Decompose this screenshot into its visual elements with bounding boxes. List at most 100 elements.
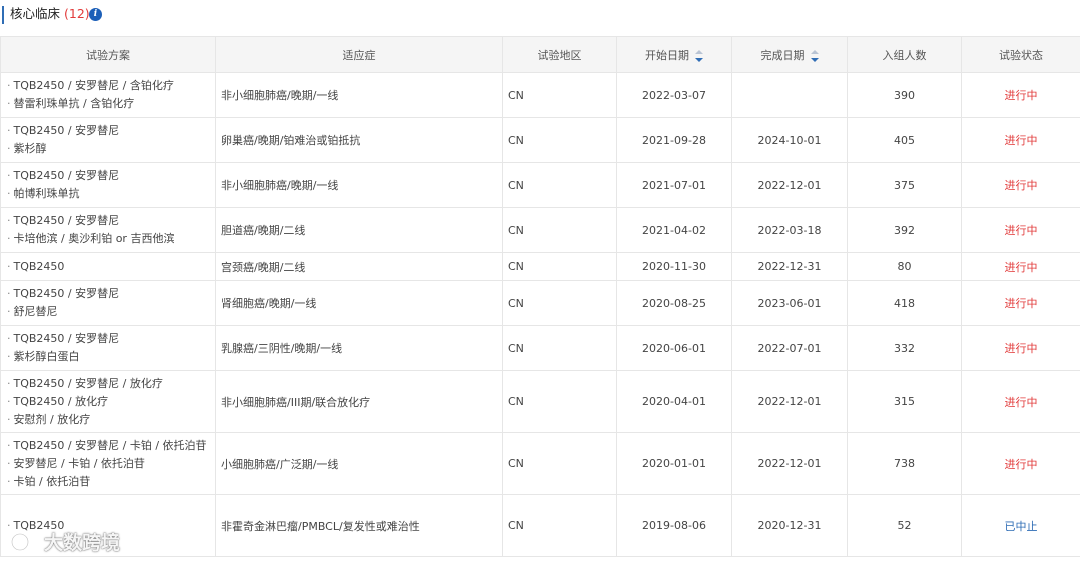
- col-header-end-date[interactable]: 完成日期: [731, 36, 848, 73]
- table-header-row: 试验方案 适应症 试验地区 开始日期 完成日期 入组人数 试验状态: [0, 36, 1080, 73]
- watermark: 大数跨境: [10, 528, 120, 555]
- plan-line: · TQB2450 / 安罗替尼 / 放化疗: [7, 375, 215, 393]
- cell-status: 进行中: [961, 252, 1080, 281]
- cell-region: CN: [502, 370, 617, 433]
- table-row[interactable]: · TQB2450 / 安罗替尼 · 卡培他滨 / 奥沙利铂 or 吉西他滨 胆道癌/晚…: [0, 207, 1080, 253]
- clinical-trials-table: 试验方案 适应症 试验地区 开始日期 完成日期 入组人数 试验状态 · TQB24…: [0, 36, 1080, 557]
- table-row[interactable]: · TQB2450 非霍奇金淋巴瘤/PMBCL/复发性或难治性 CN 2019-08-0…: [0, 494, 1080, 557]
- bullet-icon: ·: [7, 376, 11, 390]
- cell-region: CN: [502, 280, 617, 326]
- cell-plan: · TQB2450 / 安罗替尼 / 含铂化疗 · 替雷利珠单抗 / 含铂化疗: [0, 72, 216, 118]
- section-header: 核心临床 (12) i: [0, 0, 1080, 30]
- bullet-icon: ·: [7, 287, 11, 300]
- cell-plan: · TQB2450 / 安罗替尼 · 紫杉醇白蛋白: [0, 325, 216, 371]
- cell-plan: · TQB2450: [0, 252, 216, 281]
- col-header-enrolled: 入组人数: [847, 36, 962, 73]
- plan-line: · TQB2450 / 安罗替尼: [7, 122, 215, 140]
- plan-text: 紫杉醇白蛋白: [13, 350, 80, 363]
- cell-start-date: 2020-11-30: [616, 252, 732, 281]
- cell-status: 进行中: [961, 370, 1080, 433]
- trial-count: (12): [64, 6, 90, 21]
- plan-text: TQB2450 / 安罗替尼: [13, 287, 120, 300]
- cell-enrolled: 738: [847, 432, 962, 495]
- sort-icon[interactable]: [695, 49, 703, 62]
- bullet-icon: ·: [7, 350, 11, 363]
- cell-plan: · TQB2450 / 安罗替尼 / 放化疗 · TQB2450 / 放化疗 · 安慰剂 …: [0, 370, 216, 433]
- cell-plan: · TQB2450 / 安罗替尼 · 帕博利珠单抗: [0, 162, 216, 208]
- plan-text: 舒尼替尼: [13, 305, 58, 318]
- sort-icon[interactable]: [810, 49, 819, 62]
- cell-indication: 肾细胞癌/晚期/一线: [215, 280, 503, 326]
- plan-line: · TQB2450 / 安罗替尼: [7, 212, 215, 230]
- cell-start-date: 2021-04-02: [616, 207, 732, 253]
- info-icon[interactable]: i: [89, 8, 102, 21]
- table-row[interactable]: · TQB2450 / 安罗替尼 · 紫杉醇白蛋白 乳腺癌/三阴性/晚期/一线 CN 202…: [0, 325, 1080, 371]
- table-row[interactable]: · TQB2450 / 安罗替尼 · 舒尼替尼 肾细胞癌/晚期/一线 CN 2020-08-…: [0, 280, 1080, 326]
- cell-status: 进行中: [961, 280, 1080, 326]
- cell-end-date: 2022-03-18: [731, 207, 848, 253]
- cell-enrolled: 405: [847, 117, 962, 163]
- plan-line: · TQB2450 / 安罗替尼 / 含铂化疗: [7, 77, 215, 95]
- plan-text: TQB2450 / 安罗替尼: [13, 169, 120, 182]
- table-row[interactable]: · TQB2450 / 安罗替尼 · 紫杉醇 卵巢癌/晚期/铂难治或铂抵抗 CN 2021-…: [0, 117, 1080, 163]
- cell-indication: 胆道癌/晚期/二线: [215, 207, 503, 253]
- section-title: 核心临床 (12): [10, 6, 90, 21]
- cell-start-date: 2020-04-01: [616, 370, 732, 433]
- cell-end-date: 2022-12-01: [731, 162, 848, 208]
- cell-start-date: 2022-03-07: [616, 72, 732, 118]
- plan-line: · 紫杉醇: [7, 140, 215, 158]
- plan-line: · TQB2450 / 安罗替尼: [7, 167, 215, 185]
- cell-status: 进行中: [961, 432, 1080, 495]
- cell-status: 进行中: [961, 207, 1080, 253]
- cell-region: CN: [502, 72, 617, 118]
- bullet-icon: ·: [7, 456, 11, 470]
- plan-text: TQB2450 / 安罗替尼 / 含铂化疗: [13, 79, 174, 92]
- plan-text: TQB2450 / 安罗替尼: [13, 214, 120, 227]
- cell-enrolled: 375: [847, 162, 962, 208]
- plan-line: · TQB2450 / 放化疗: [7, 393, 215, 411]
- bullet-icon: ·: [7, 232, 11, 245]
- cell-region: CN: [502, 325, 617, 371]
- bullet-icon: ·: [7, 305, 11, 318]
- plan-text: 卡铂 / 依托泊苷: [13, 474, 91, 488]
- plan-text: TQB2450 / 安罗替尼 / 放化疗: [13, 376, 163, 390]
- plan-text: 卡培他滨 / 奥沙利铂 or 吉西他滨: [13, 232, 175, 245]
- bullet-icon: ·: [7, 412, 11, 426]
- plan-line: · 卡培他滨 / 奥沙利铂 or 吉西他滨: [7, 230, 215, 248]
- cell-enrolled: 392: [847, 207, 962, 253]
- cell-indication: 非小细胞肺癌/晚期/一线: [215, 162, 503, 208]
- cell-indication: 乳腺癌/三阴性/晚期/一线: [215, 325, 503, 371]
- cell-end-date: 2022-12-01: [731, 370, 848, 433]
- plan-line: · 紫杉醇白蛋白: [7, 348, 215, 366]
- table-row[interactable]: · TQB2450 / 安罗替尼 · 帕博利珠单抗 非小细胞肺癌/晚期/一线 CN 2021…: [0, 162, 1080, 208]
- plan-text: 帕博利珠单抗: [13, 187, 80, 200]
- col-header-status: 试验状态: [961, 36, 1080, 73]
- bullet-icon: ·: [7, 97, 11, 110]
- plan-line: · TQB2450: [7, 258, 215, 276]
- cell-enrolled: 390: [847, 72, 962, 118]
- plan-line: · 舒尼替尼: [7, 303, 215, 321]
- cell-status: 进行中: [961, 162, 1080, 208]
- plan-line: · 替雷利珠单抗 / 含铂化疗: [7, 95, 215, 113]
- plan-line: · TQB2450 / 安罗替尼 / 卡铂 / 依托泊苷: [7, 437, 215, 455]
- bullet-icon: ·: [7, 332, 11, 345]
- col-header-start-date[interactable]: 开始日期: [616, 36, 732, 73]
- table-row[interactable]: · TQB2450 / 安罗替尼 / 卡铂 / 依托泊苷 · 安罗替尼 / 卡铂 / …: [0, 432, 1080, 495]
- cell-start-date: 2019-08-06: [616, 494, 732, 557]
- section-accent-bar: [2, 6, 4, 24]
- cell-region: CN: [502, 162, 617, 208]
- plan-line: · 卡铂 / 依托泊苷: [7, 473, 215, 491]
- plan-text: TQB2450 / 放化疗: [13, 394, 109, 408]
- table-row[interactable]: · TQB2450 / 安罗替尼 / 放化疗 · TQB2450 / 放化疗 · 安慰剂 …: [0, 370, 1080, 433]
- cell-start-date: 2020-01-01: [616, 432, 732, 495]
- col-header-region: 试验地区: [502, 36, 617, 73]
- table-row[interactable]: · TQB2450 / 安罗替尼 / 含铂化疗 · 替雷利珠单抗 / 含铂化疗 非小细胞…: [0, 72, 1080, 118]
- cell-plan: · TQB2450 / 安罗替尼 / 卡铂 / 依托泊苷 · 安罗替尼 / 卡铂 / …: [0, 432, 216, 495]
- cell-enrolled: 332: [847, 325, 962, 371]
- cell-indication: 卵巢癌/晚期/铂难治或铂抵抗: [215, 117, 503, 163]
- table-row[interactable]: · TQB2450 宫颈癌/晚期/二线 CN 2020-11-30 2022-12-31 8…: [0, 252, 1080, 281]
- bullet-icon: ·: [7, 474, 11, 488]
- cell-end-date: 2022-12-31: [731, 252, 848, 281]
- table-body: · TQB2450 / 安罗替尼 / 含铂化疗 · 替雷利珠单抗 / 含铂化疗 非小细胞…: [0, 72, 1080, 557]
- plan-text: 替雷利珠单抗 / 含铂化疗: [13, 97, 135, 110]
